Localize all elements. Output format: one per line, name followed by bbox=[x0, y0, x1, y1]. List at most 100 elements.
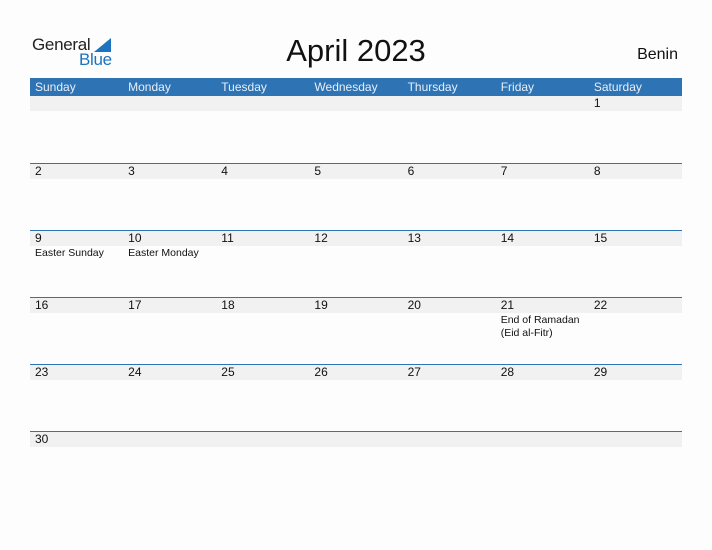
day-cell[interactable]: 12 bbox=[309, 231, 402, 260]
day-cell[interactable]: 20 bbox=[403, 298, 496, 340]
day-cell[interactable] bbox=[403, 96, 496, 111]
day-cell[interactable] bbox=[216, 432, 309, 447]
day-number: 8 bbox=[593, 164, 601, 178]
day-number: 25 bbox=[221, 365, 235, 379]
day-number bbox=[221, 432, 309, 447]
day-number: 15 bbox=[593, 231, 608, 245]
weeks-container: 1 2 3 4 5 6 7 8 9 Easter Sunday 10 Easter Monday 11 1… bbox=[30, 96, 682, 498]
day-cell[interactable]: 28 bbox=[496, 365, 589, 380]
day-cell[interactable]: 18 bbox=[216, 298, 309, 340]
day-cell[interactable]: 23 bbox=[30, 365, 123, 380]
day-number: 12 bbox=[314, 231, 328, 245]
day-cell[interactable] bbox=[123, 96, 216, 111]
week-row: 23 24 25 26 27 28 29 bbox=[30, 364, 682, 431]
day-number: 19 bbox=[314, 298, 328, 312]
day-cell[interactable]: 21 End of Ramadan (Eid al-Fitr) bbox=[496, 298, 589, 340]
day-number bbox=[408, 432, 496, 447]
day-number: 27 bbox=[407, 365, 421, 379]
day-cell[interactable] bbox=[309, 96, 402, 111]
day-cell[interactable]: 30 bbox=[30, 432, 123, 447]
day-number: 3 bbox=[128, 164, 135, 178]
day-number: 28 bbox=[500, 365, 515, 379]
day-number: 24 bbox=[128, 365, 142, 379]
week-row: 9 Easter Sunday 10 Easter Monday 11 12 13 14 15 bbox=[30, 230, 682, 297]
day-cell[interactable] bbox=[216, 96, 309, 111]
day-number bbox=[594, 432, 682, 447]
day-number: 2 bbox=[35, 164, 42, 178]
day-cell[interactable]: 29 bbox=[589, 365, 682, 380]
day-number bbox=[128, 432, 216, 447]
day-number: 20 bbox=[407, 298, 421, 312]
day-cell[interactable]: 27 bbox=[403, 365, 496, 380]
weekday-friday: Friday bbox=[500, 80, 535, 94]
day-number: 10 bbox=[128, 231, 142, 245]
day-cell[interactable]: 19 bbox=[309, 298, 402, 340]
weekday-header: Sunday Monday Tuesday Wednesday Thursday… bbox=[30, 78, 682, 96]
day-number: 29 bbox=[593, 365, 608, 379]
day-cell[interactable]: 3 bbox=[123, 164, 216, 179]
holiday-label: Easter Monday bbox=[128, 247, 199, 259]
day-number bbox=[314, 432, 402, 447]
day-cell[interactable] bbox=[496, 96, 589, 111]
day-cell[interactable]: 17 bbox=[123, 298, 216, 340]
day-cell[interactable]: 11 bbox=[216, 231, 309, 260]
day-number: 11 bbox=[221, 231, 234, 245]
day-cell[interactable] bbox=[496, 432, 589, 447]
weekday-tuesday: Tuesday bbox=[221, 80, 267, 94]
weekday-sunday: Sunday bbox=[35, 80, 76, 94]
day-cell[interactable]: 9 Easter Sunday bbox=[30, 231, 123, 260]
day-number: 17 bbox=[128, 298, 142, 312]
day-cell[interactable]: 1 bbox=[589, 96, 682, 111]
week-row: 1 bbox=[30, 96, 682, 163]
day-cell[interactable]: 5 bbox=[309, 164, 402, 179]
day-cell[interactable] bbox=[403, 432, 496, 447]
day-number: 30 bbox=[35, 432, 49, 446]
day-number: 4 bbox=[221, 164, 228, 178]
day-number: 5 bbox=[314, 164, 322, 178]
day-number: 18 bbox=[221, 298, 235, 312]
weekday-wednesday: Wednesday bbox=[314, 80, 378, 94]
weekday-saturday: Saturday bbox=[593, 80, 642, 94]
day-cell[interactable] bbox=[309, 432, 402, 447]
day-number: 23 bbox=[35, 365, 49, 379]
day-cell[interactable]: 15 bbox=[589, 231, 682, 260]
day-cell[interactable]: 26 bbox=[309, 365, 402, 380]
day-number: 1 bbox=[593, 96, 601, 110]
day-cell[interactable]: 2 bbox=[30, 164, 123, 179]
day-number: 13 bbox=[407, 231, 421, 245]
day-cell[interactable]: 8 bbox=[589, 164, 682, 179]
day-number bbox=[35, 96, 123, 111]
day-cell[interactable]: 24 bbox=[123, 365, 216, 380]
day-cell[interactable]: 25 bbox=[216, 365, 309, 380]
day-cell[interactable]: 10 Easter Monday bbox=[123, 231, 216, 260]
calendar-grid: Sunday Monday Tuesday Wednesday Thursday… bbox=[30, 78, 682, 498]
day-cell[interactable]: 4 bbox=[216, 164, 309, 179]
day-number: 16 bbox=[35, 298, 49, 312]
day-cell[interactable] bbox=[30, 96, 123, 111]
day-cell[interactable] bbox=[123, 432, 216, 447]
day-cell[interactable]: 16 bbox=[30, 298, 123, 340]
day-cell[interactable]: 7 bbox=[496, 164, 589, 179]
week-row: 30 bbox=[30, 431, 682, 498]
weekday-monday: Monday bbox=[128, 80, 171, 94]
day-number: 7 bbox=[500, 164, 508, 178]
day-cell[interactable]: 6 bbox=[403, 164, 496, 179]
country-label: Benin bbox=[637, 46, 678, 63]
weekday-thursday: Thursday bbox=[407, 80, 458, 94]
holiday-label: End of Ramadan (Eid al-Fitr) bbox=[500, 314, 580, 339]
week-row: 2 3 4 5 6 7 8 bbox=[30, 163, 682, 230]
holiday-label: Easter Sunday bbox=[35, 247, 104, 259]
calendar-title: April 2023 bbox=[286, 33, 426, 68]
day-cell[interactable]: 13 bbox=[403, 231, 496, 260]
day-number: 21 bbox=[500, 298, 515, 312]
day-number: 26 bbox=[314, 365, 328, 379]
day-cell[interactable] bbox=[589, 432, 682, 447]
day-number: 14 bbox=[500, 231, 515, 245]
day-number bbox=[314, 96, 402, 111]
day-cell[interactable]: 14 bbox=[496, 231, 589, 260]
day-cell[interactable]: 22 bbox=[589, 298, 682, 340]
day-number: 9 bbox=[35, 231, 42, 245]
day-number: 6 bbox=[407, 164, 415, 178]
day-number bbox=[408, 96, 496, 111]
day-number bbox=[501, 432, 589, 447]
